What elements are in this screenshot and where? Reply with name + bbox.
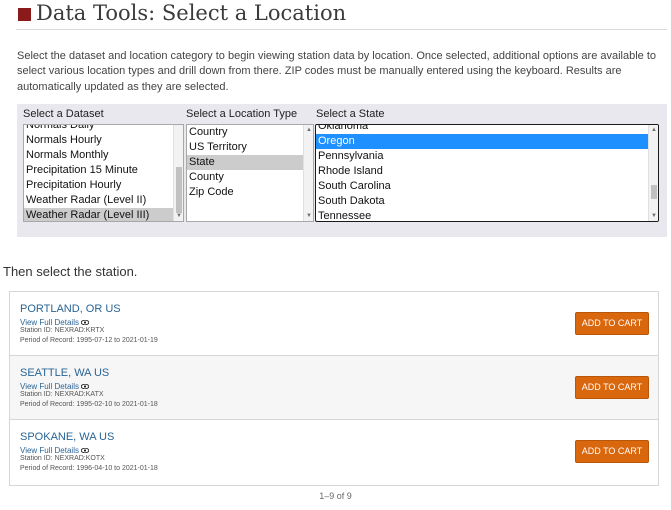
- period-of-record: Period of Record: 1995-02-10 to 2021-01-…: [20, 401, 158, 408]
- station-results-list: PORTLAND, OR US View Full Details Statio…: [9, 291, 659, 486]
- dataset-option[interactable]: Weather Radar (Level II): [24, 193, 183, 208]
- state-listbox[interactable]: Oklahoma Oregon Pennsylvania Rhode Islan…: [315, 124, 659, 222]
- station-id: Station ID: NEXRAD:KOTX: [20, 455, 105, 462]
- eye-icon: [80, 448, 89, 454]
- state-label: Select a State: [316, 108, 385, 120]
- period-of-record: Period of Record: 1996-04-10 to 2021-01-…: [20, 465, 158, 472]
- page-header: Data Tools: Select a Location: [16, 1, 667, 30]
- location-type-listbox[interactable]: Country US Territory State County Zip Co…: [186, 124, 314, 222]
- state-option[interactable]: South Dakota: [316, 194, 658, 209]
- pagination-status: 1–9 of 9: [319, 491, 352, 501]
- view-details-link[interactable]: View Full Details: [20, 382, 89, 391]
- location-type-option[interactable]: County: [187, 170, 313, 185]
- dataset-option[interactable]: Precipitation 15 Minute: [24, 163, 183, 178]
- station-row: SEATTLE, WA US View Full Details Station…: [10, 355, 658, 419]
- state-option[interactable]: Rhode Island: [316, 164, 658, 179]
- scroll-down-arrow-icon[interactable]: ▼: [649, 212, 658, 220]
- station-row: SPOKANE, WA US View Full Details Station…: [10, 419, 658, 483]
- dataset-option[interactable]: Normals Monthly: [24, 148, 183, 163]
- title-marker-icon: [18, 8, 31, 21]
- dataset-option[interactable]: Normals Daily: [24, 125, 183, 133]
- location-type-option-selected[interactable]: State: [187, 155, 313, 170]
- dataset-option[interactable]: Precipitation Hourly: [24, 178, 183, 193]
- location-selector-panel: Select a Dataset Normals Daily Normals H…: [17, 104, 667, 237]
- view-details-label[interactable]: View Full Details: [20, 318, 79, 327]
- location-type-option[interactable]: Zip Code: [187, 185, 313, 200]
- station-name-link[interactable]: SPOKANE, WA US: [20, 431, 114, 443]
- location-type-option[interactable]: US Territory: [187, 140, 313, 155]
- station-name-link[interactable]: SEATTLE, WA US: [20, 367, 109, 379]
- eye-icon: [80, 384, 89, 390]
- station-name-link[interactable]: PORTLAND, OR US: [20, 303, 121, 315]
- dataset-scrollbar[interactable]: ▼: [173, 125, 183, 221]
- scrollbar-thumb[interactable]: [176, 167, 182, 213]
- location-type-scrollbar[interactable]: ▲ ▼: [303, 125, 313, 221]
- page-title: Data Tools: Select a Location: [36, 1, 347, 25]
- scroll-up-arrow-icon[interactable]: ▲: [304, 126, 313, 134]
- add-to-cart-button[interactable]: ADD TO CART: [575, 440, 649, 463]
- station-id: Station ID: NEXRAD:KATX: [20, 391, 104, 398]
- station-id: Station ID: NEXRAD:KRTX: [20, 327, 105, 334]
- scroll-up-arrow-icon[interactable]: ▲: [649, 126, 658, 134]
- state-scrollbar[interactable]: ▲ ▼: [648, 125, 658, 221]
- state-option-selected[interactable]: Oregon: [316, 134, 648, 149]
- scrollbar-thumb[interactable]: [651, 185, 657, 199]
- scroll-down-arrow-icon[interactable]: ▼: [304, 212, 313, 220]
- station-instruction: Then select the station.: [3, 264, 138, 279]
- location-type-label: Select a Location Type: [186, 108, 298, 120]
- view-details-link[interactable]: View Full Details: [20, 446, 89, 455]
- view-details-label[interactable]: View Full Details: [20, 446, 79, 455]
- add-to-cart-button[interactable]: ADD TO CART: [575, 376, 649, 399]
- add-to-cart-button[interactable]: ADD TO CART: [575, 312, 649, 335]
- eye-icon: [80, 320, 89, 326]
- intro-text: Select the dataset and location category…: [17, 50, 657, 93]
- dataset-listbox[interactable]: Normals Daily Normals Hourly Normals Mon…: [23, 124, 184, 222]
- dataset-option[interactable]: Normals Hourly: [24, 133, 183, 148]
- station-row: PORTLAND, OR US View Full Details Statio…: [10, 291, 658, 355]
- state-option[interactable]: Tennessee: [316, 209, 658, 221]
- view-details-link[interactable]: View Full Details: [20, 318, 89, 327]
- view-details-label[interactable]: View Full Details: [20, 382, 79, 391]
- scroll-down-arrow-icon[interactable]: ▼: [174, 212, 183, 220]
- dataset-option-selected[interactable]: Weather Radar (Level III): [24, 208, 183, 221]
- dataset-label: Select a Dataset: [23, 108, 104, 120]
- state-option[interactable]: Oklahoma: [316, 125, 658, 134]
- state-option[interactable]: South Carolina: [316, 179, 658, 194]
- period-of-record: Period of Record: 1995-07-12 to 2021-01-…: [20, 337, 158, 344]
- location-type-option[interactable]: Country: [187, 125, 313, 140]
- state-option[interactable]: Pennsylvania: [316, 149, 658, 164]
